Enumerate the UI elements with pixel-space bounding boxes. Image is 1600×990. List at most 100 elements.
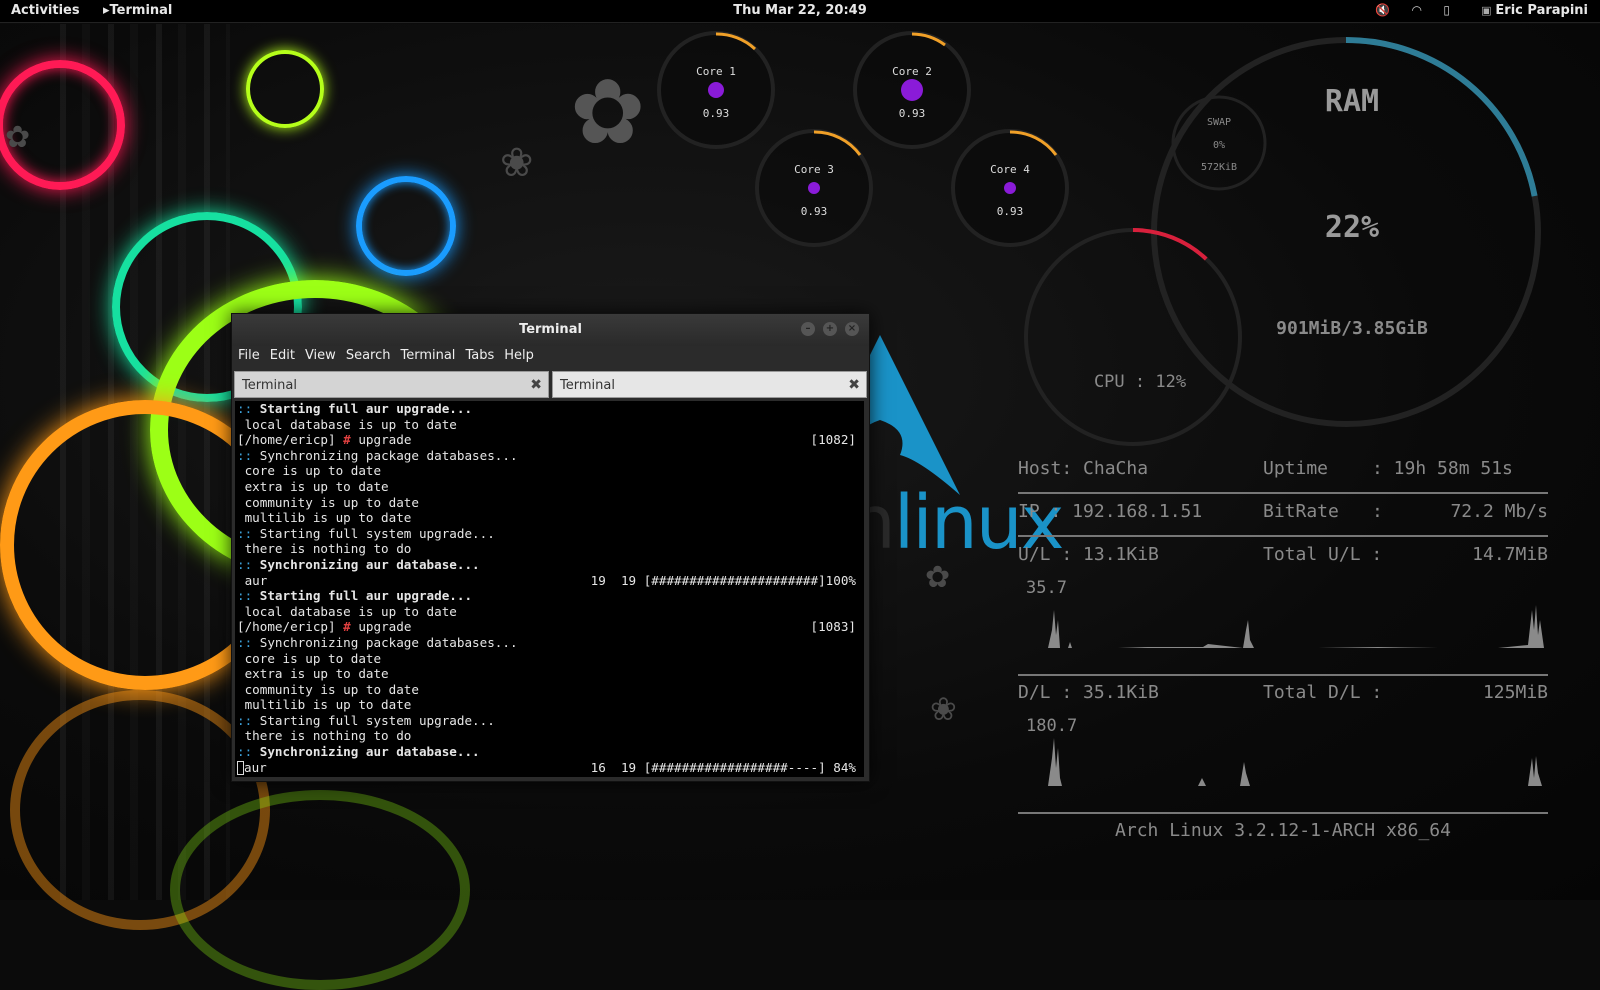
line-text: Synchronizing package databases... xyxy=(259,634,518,650)
tab-close-icon[interactable]: ✖ xyxy=(530,372,542,399)
ip-label: IP : 192.168.1.51 xyxy=(1018,501,1203,522)
battery-icon[interactable]: ▯ xyxy=(1443,3,1450,17)
terminal-line: extra is up to date xyxy=(237,479,864,495)
line-prefix: :: xyxy=(237,556,260,572)
core-4-label: Core 4 xyxy=(990,163,1030,176)
terminal-line: :: Synchronizing package databases... xyxy=(237,448,864,464)
terminal-line: core is up to date xyxy=(237,651,864,667)
uptime-value: : 19h 58m 51s xyxy=(1372,458,1513,479)
download-graph xyxy=(1018,738,1548,786)
line-right-text: 19 19 [######################]100% xyxy=(590,572,856,588)
line-text: aur xyxy=(237,572,268,588)
terminal-line: community is up to date xyxy=(237,495,864,511)
line-text: local database is up to date xyxy=(237,416,457,432)
menu-help[interactable]: Help xyxy=(504,346,534,368)
maximize-button[interactable]: + xyxy=(823,322,837,336)
menu-tabs[interactable]: Tabs xyxy=(465,346,494,368)
core-2-label: Core 2 xyxy=(892,65,932,78)
terminal-line: [/home/ericp] # upgrade [1083] xyxy=(237,619,864,635)
line-text: extra is up to date xyxy=(237,666,389,682)
wallpaper-flower-icon: ✿ xyxy=(570,60,646,165)
terminal-line: :: Synchronizing aur database... xyxy=(237,744,864,760)
status-icons: 🔇 ◠ ▯ xyxy=(1375,3,1450,17)
wifi-icon[interactable]: ◠ xyxy=(1412,3,1421,17)
menu-file[interactable]: File xyxy=(238,346,260,368)
terminal-line: :: Synchronizing package databases... xyxy=(237,635,864,651)
menu-search[interactable]: Search xyxy=(346,346,391,368)
terminal-line: local database is up to date xyxy=(237,604,864,620)
core-2-dot xyxy=(901,79,923,101)
core-2-value: 0.93 xyxy=(898,107,926,120)
line-text: [/home/ericp] xyxy=(237,619,344,635)
top-panel: Activities ▸Terminal Thu Mar 22, 20:49 🔇… xyxy=(0,0,1600,23)
divider xyxy=(1018,535,1548,537)
line-text: there is nothing to do xyxy=(237,728,412,744)
line-text: community is up to date xyxy=(237,494,419,510)
ram-label: RAM xyxy=(1324,84,1380,119)
divider xyxy=(1018,674,1548,676)
line-text: aur xyxy=(244,759,267,775)
terminal-line: :: Synchronizing aur database... xyxy=(237,557,864,573)
tab-label: Terminal xyxy=(242,378,297,393)
bitrate-separator: : xyxy=(1372,501,1383,522)
wallpaper-ring-green-reflection xyxy=(170,790,470,990)
command-text: upgrade xyxy=(350,619,412,635)
line-text: multilib is up to date xyxy=(237,697,412,713)
line-right-text: 16 19 [##################----] 84% xyxy=(590,759,856,775)
line-prefix: :: xyxy=(237,634,260,650)
swap-label: SWAP xyxy=(1206,117,1232,128)
tab-terminal-1[interactable]: Terminal ✖ xyxy=(234,371,549,398)
terminal-line: :: Starting full system upgrade... xyxy=(237,526,864,542)
tab-terminal-2[interactable]: Terminal ✖ xyxy=(552,371,867,398)
bitrate-label: BitRate xyxy=(1263,501,1339,522)
minimize-button[interactable]: – xyxy=(801,322,815,336)
core-1-value: 0.93 xyxy=(702,107,730,120)
total-upload-value: 14.7MiB xyxy=(1472,544,1548,565)
volume-muted-icon[interactable]: 🔇 xyxy=(1375,3,1390,17)
wallpaper-ring-blue xyxy=(356,176,456,276)
ram-percent: 22% xyxy=(1324,210,1380,245)
tab-label: Terminal xyxy=(560,378,615,393)
terminal-line: core is up to date xyxy=(237,463,864,479)
command-text: upgrade xyxy=(350,432,412,448)
upload-rate: U/L : 13.1KiB xyxy=(1018,544,1159,565)
tab-bar: Terminal ✖ Terminal ✖ xyxy=(232,368,869,398)
line-text: Synchronizing aur database... xyxy=(259,744,480,760)
line-right-text: [1083] xyxy=(810,619,857,635)
wallpaper-flower-icon: ❀ xyxy=(500,140,534,186)
line-text: Starting full system upgrade... xyxy=(259,525,495,541)
cpu-usage-arc xyxy=(1132,228,1208,261)
terminal-window[interactable]: Terminal – + × File Edit View Search Ter… xyxy=(231,313,870,782)
terminal-line: :: Starting full aur upgrade... xyxy=(237,401,864,417)
core-3-gauge: Core 3 0.93 xyxy=(755,129,873,247)
terminal-cursor xyxy=(237,761,244,776)
divider xyxy=(1018,812,1548,814)
terminal-line: [/home/ericp] # upgrade [1082] xyxy=(237,432,864,448)
wallpaper-ring-lime-small xyxy=(246,50,324,128)
terminal-output[interactable]: :: Starting full aur upgrade... local da… xyxy=(235,401,864,777)
tab-close-icon[interactable]: ✖ xyxy=(848,372,860,399)
terminal-line: multilib is up to date xyxy=(237,510,864,526)
line-right-text: [1082] xyxy=(810,432,857,448)
menu-edit[interactable]: Edit xyxy=(270,346,295,368)
close-button[interactable]: × xyxy=(845,322,859,336)
menu-view[interactable]: View xyxy=(305,346,336,368)
chat-icon: ▣ xyxy=(1481,4,1496,17)
terminal-line: there is nothing to do xyxy=(237,728,864,744)
divider xyxy=(1018,492,1548,494)
user-menu[interactable]: ▣ Eric Parapini xyxy=(1481,3,1588,18)
prompt-hash: # xyxy=(343,432,351,448)
window-titlebar[interactable]: Terminal – + × xyxy=(232,314,869,346)
window-title: Terminal xyxy=(519,322,582,337)
menu-terminal[interactable]: Terminal xyxy=(400,346,455,368)
line-text: Synchronizing package databases... xyxy=(259,447,518,463)
core-3-label: Core 3 xyxy=(794,163,834,176)
uptime-label: Uptime xyxy=(1263,458,1329,479)
core-1-label: Core 1 xyxy=(696,65,736,78)
line-prefix: :: xyxy=(237,744,260,760)
os-version: Arch Linux 3.2.12-1-ARCH x86_64 xyxy=(1115,820,1451,841)
clock[interactable]: Thu Mar 22, 20:49 xyxy=(0,3,1600,18)
line-text: [/home/ericp] xyxy=(237,432,344,448)
line-text: there is nothing to do xyxy=(237,541,412,557)
upload-graph xyxy=(1018,605,1548,648)
